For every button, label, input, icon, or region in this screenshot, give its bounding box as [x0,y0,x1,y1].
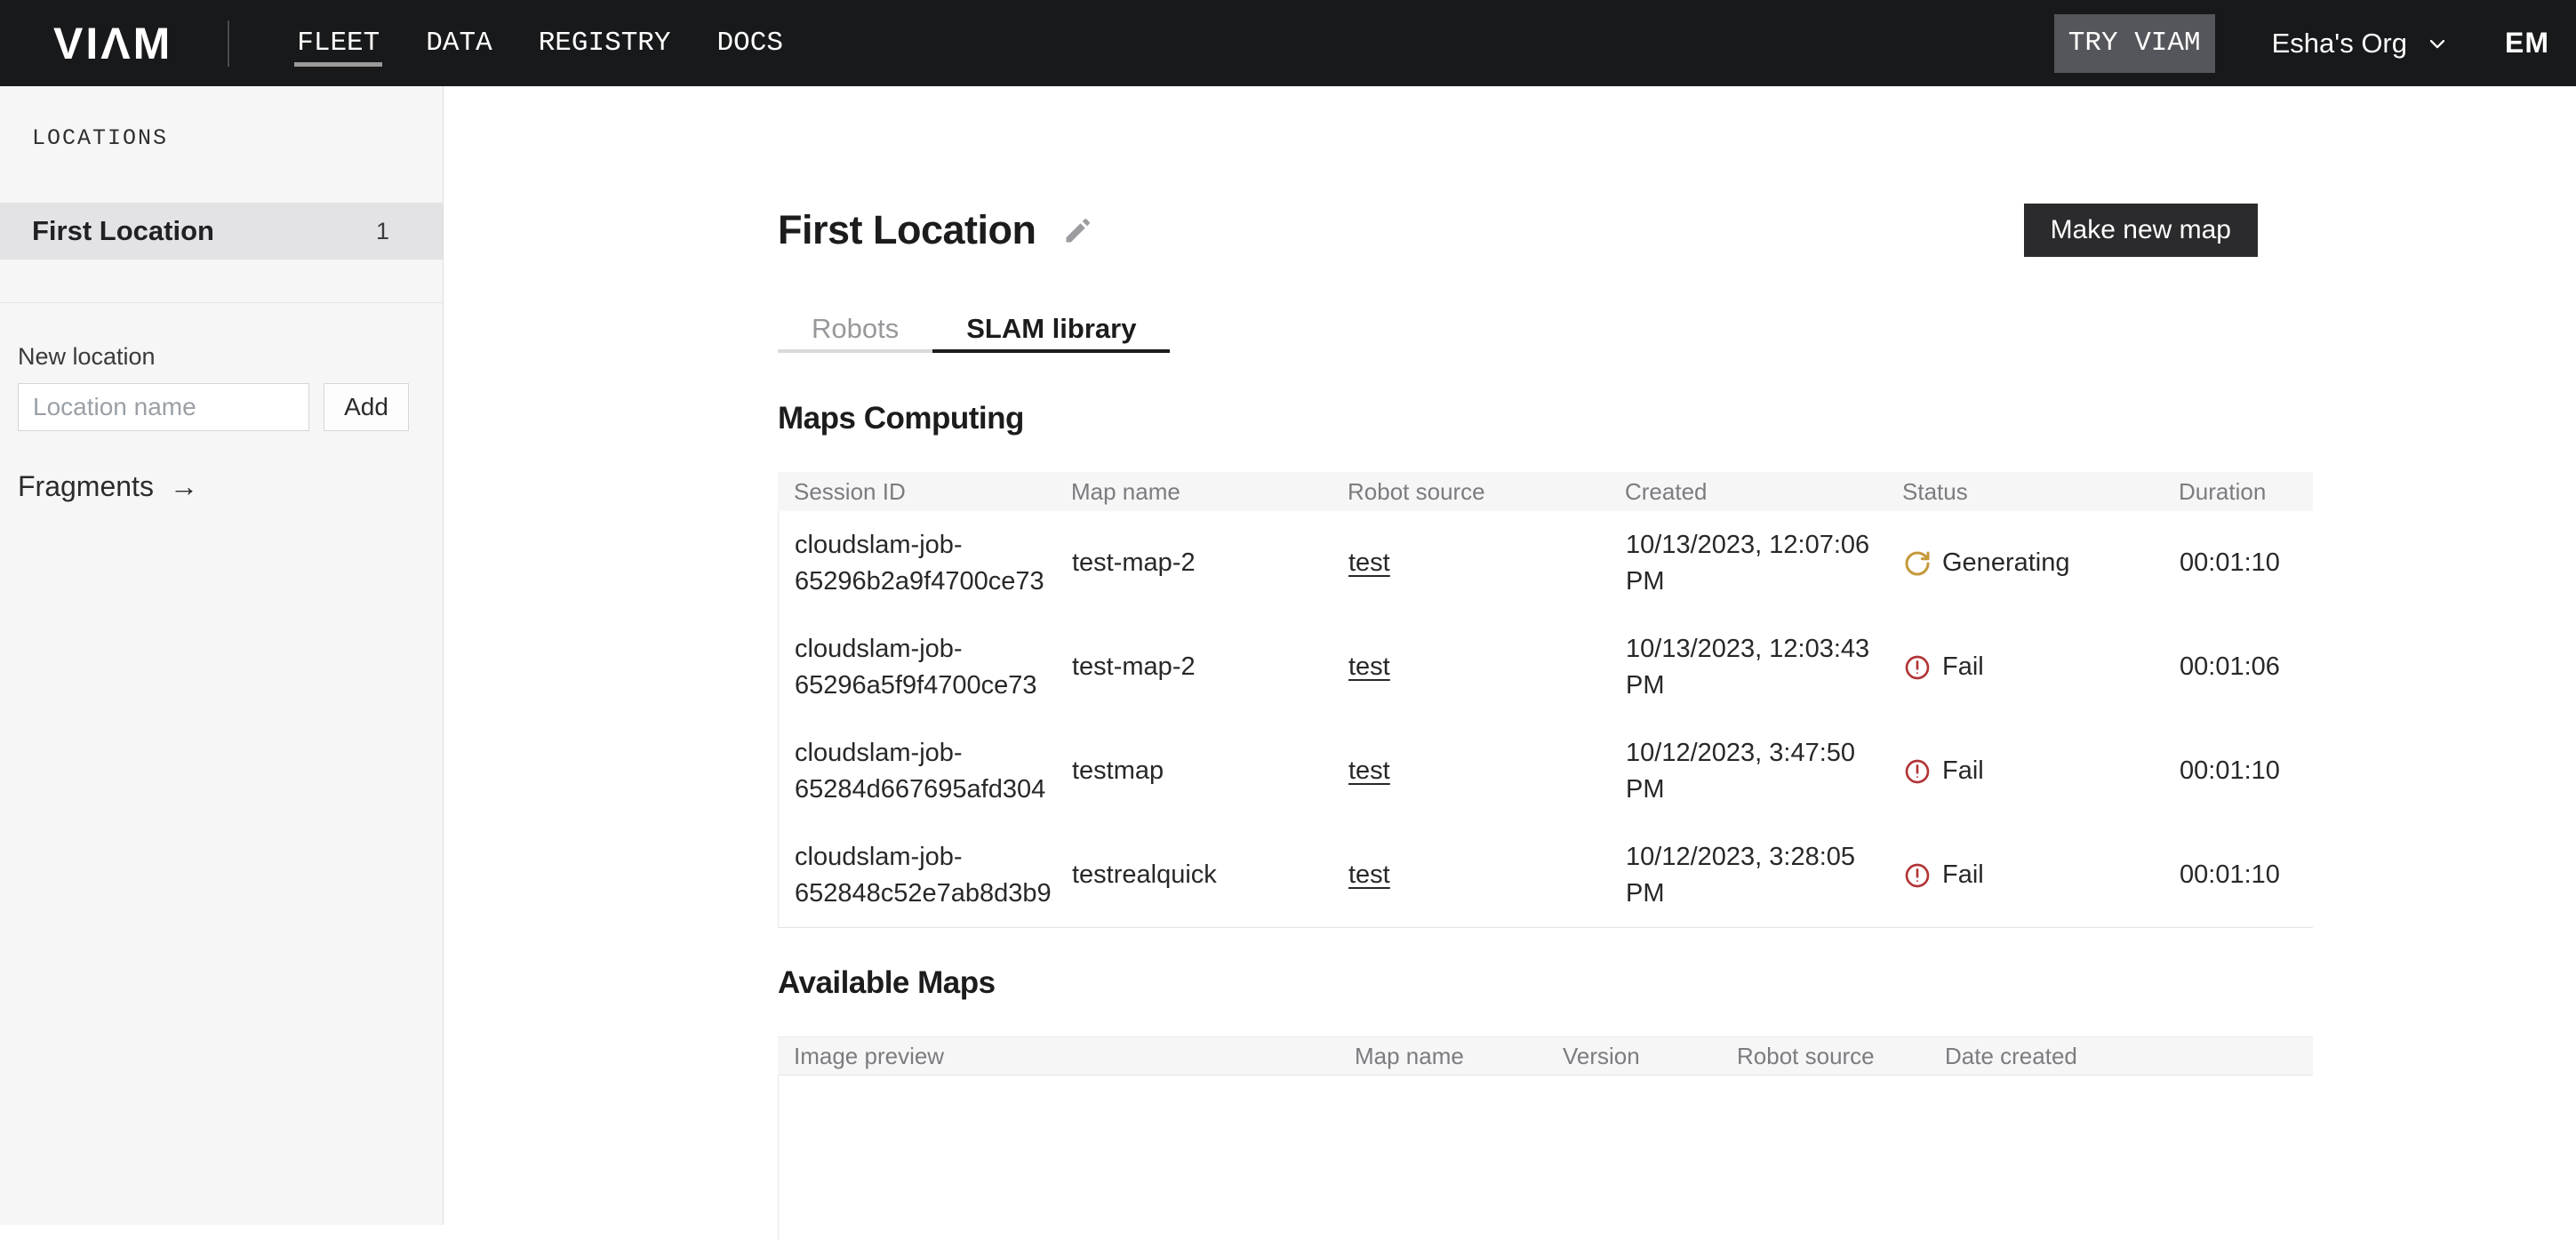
pencil-icon [1061,236,1095,250]
col-map-name: Map name [1055,478,1332,506]
duration-cell: 00:01:10 [2164,545,2313,581]
robot-source-cell: test [1332,545,1610,581]
session-id-cell: cloudslam-job-652848c52e7ab8d3b9 [779,839,1056,911]
tab-slam-library[interactable]: SLAM library [932,308,1170,353]
locations-sidebar: LOCATIONS First Location 1 New location … [0,86,444,1225]
table-row: cloudslam-job-65296a5f9f4700ce73 test-ma… [779,615,2313,719]
robot-source-cell: test [1332,753,1610,789]
tab-robots[interactable]: Robots [778,308,932,353]
table-row: cloudslam-job-65284d667695afd304 testmap… [779,719,2313,823]
duration-cell: 00:01:10 [2164,857,2313,893]
available-maps-table-body [778,1076,2313,1240]
available-maps-table-header: Image preview Map name Version Robot sou… [778,1036,2313,1076]
available-maps-heading: Available Maps [778,965,2313,1001]
map-name-cell: test-map-2 [1056,649,1332,685]
maps-computing-table: Session ID Map name Robot source Created… [778,472,2313,928]
robot-source-link[interactable]: test [1348,756,1390,785]
maps-computing-table-header: Session ID Map name Robot source Created… [778,472,2313,511]
available-maps-table: Image preview Map name Version Robot sou… [778,1036,2313,1240]
main-content: First Location Make new map Robots SLAM … [778,86,2313,1240]
chevron-down-icon [2425,31,2450,56]
status-label: Fail [1942,753,1984,789]
fail-alert-icon [1903,757,1932,786]
status-label: Fail [1942,857,1984,893]
try-viam-button[interactable]: TRY VIAM [2054,14,2215,73]
fragments-label: Fragments [18,470,154,503]
nav-item-registry[interactable]: REGISTRY [539,0,671,86]
navbar-divider [228,20,229,67]
status-cell: Fail [1887,649,2164,685]
duration-cell: 00:01:10 [2164,753,2313,789]
fail-alert-icon [1903,653,1932,682]
map-name-cell: test-map-2 [1056,545,1332,581]
col-robot-source: Robot source [1721,1043,1929,1070]
col-date-created: Date created [1929,1043,2313,1070]
status-cell: Fail [1887,857,2164,893]
arrow-right-icon: → [170,470,198,503]
map-name-cell: testrealquick [1056,857,1332,893]
maps-computing-table-body: cloudslam-job-65296b2a9f4700ce73 test-ma… [778,511,2313,928]
generating-refresh-icon [1903,549,1932,578]
session-id-cell: cloudslam-job-65296b2a9f4700ce73 [779,527,1056,599]
col-status: Status [1886,478,2163,506]
status-cell: Fail [1887,753,2164,789]
robot-source-cell: test [1332,649,1610,685]
nav-item-fleet[interactable]: FLEET [297,0,380,86]
primary-nav: FLEET DATA REGISTRY DOCS [297,0,783,86]
table-row: cloudslam-job-652848c52e7ab8d3b9 testrea… [779,823,2313,927]
page-title: First Location [778,207,1036,253]
nav-item-data[interactable]: DATA [426,0,492,86]
robot-source-link[interactable]: test [1348,652,1390,681]
new-location-label: New location [18,343,443,371]
col-duration: Duration [2163,478,2313,506]
robot-source-link[interactable]: test [1348,860,1390,889]
nav-item-docs[interactable]: DOCS [717,0,783,86]
new-location-form: Add [18,383,443,431]
table-row: cloudslam-job-65296b2a9f4700ce73 test-ma… [779,511,2313,615]
title-row: First Location Make new map [778,204,2313,257]
fragments-link[interactable]: Fragments → [18,470,198,503]
robot-source-link[interactable]: test [1348,548,1390,577]
sidebar-divider [0,302,443,303]
map-name-cell: testmap [1056,753,1332,789]
fail-alert-icon [1903,861,1932,890]
location-tabs: Robots SLAM library [778,308,1170,353]
col-session-id: Session ID [778,478,1055,506]
created-cell: 10/12/2023, 3:28:05 PM [1610,839,1887,911]
add-location-button[interactable]: Add [324,383,409,431]
created-cell: 10/12/2023, 3:47:50 PM [1610,735,1887,807]
status-label: Fail [1942,649,1984,685]
edit-location-name-button[interactable] [1061,213,1095,247]
viam-logo[interactable]: VIΛM [53,21,172,66]
col-map-name: Map name [1339,1043,1547,1070]
created-cell: 10/13/2023, 12:07:06 PM [1610,527,1887,599]
status-label: Generating [1942,545,2070,581]
col-version: Version [1547,1043,1721,1070]
user-avatar[interactable]: EM [2505,27,2549,60]
maps-computing-heading: Maps Computing [778,401,2313,436]
duration-cell: 00:01:06 [2164,649,2313,685]
robot-source-cell: test [1332,857,1610,893]
location-robot-count: 1 [376,218,389,245]
location-name-input[interactable] [18,383,309,431]
session-id-cell: cloudslam-job-65284d667695afd304 [779,735,1056,807]
locations-heading: LOCATIONS [32,125,443,151]
col-image-preview: Image preview [778,1043,1339,1070]
col-created: Created [1609,478,1886,506]
location-name: First Location [32,215,214,247]
session-id-cell: cloudslam-job-65296a5f9f4700ce73 [779,631,1056,703]
status-cell: Generating [1887,545,2164,581]
created-cell: 10/13/2023, 12:03:43 PM [1610,631,1887,703]
top-navbar: VIΛM FLEET DATA REGISTRY DOCS TRY VIAM E… [0,0,2576,86]
sidebar-item-first-location[interactable]: First Location 1 [0,203,443,260]
org-name: Esha's Org [2272,28,2407,60]
make-new-map-button[interactable]: Make new map [2024,204,2258,257]
org-switcher[interactable]: Esha's Org [2272,28,2450,60]
col-robot-source: Robot source [1332,478,1609,506]
